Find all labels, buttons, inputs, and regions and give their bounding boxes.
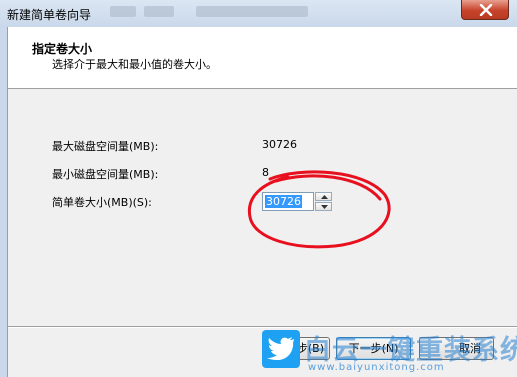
title-bar[interactable]: 新建简单卷向导 bbox=[0, 0, 517, 27]
blurred-title-segment bbox=[196, 6, 308, 17]
max-space-label: 最大磁盘空间量(MB): bbox=[52, 140, 159, 153]
window-left-border bbox=[0, 27, 8, 377]
watermark-url: www.baiyunxitong.com bbox=[308, 362, 445, 373]
bird-icon bbox=[267, 337, 294, 360]
red-circle-annotation bbox=[247, 170, 391, 249]
volume-size-label: 简单卷大小(MB)(S): bbox=[52, 196, 152, 209]
close-button[interactable] bbox=[461, 0, 509, 20]
page-subtitle: 选择介于最大和最小值的卷大小。 bbox=[52, 58, 217, 71]
page-title: 指定卷大小 bbox=[32, 42, 93, 56]
watermark-logo bbox=[262, 330, 300, 368]
close-icon bbox=[479, 4, 493, 16]
blurred-title-segment bbox=[110, 6, 136, 17]
max-space-value: 30726 bbox=[262, 138, 297, 151]
wizard-window: 新建简单卷向导 指定卷大小 选择介于最大和最小值的卷大小。 最大磁盘空间量(MB… bbox=[0, 0, 517, 377]
blurred-title-segment bbox=[144, 6, 174, 17]
min-space-label: 最小磁盘空间量(MB): bbox=[52, 168, 159, 181]
window-title: 新建简单卷向导 bbox=[7, 8, 92, 22]
